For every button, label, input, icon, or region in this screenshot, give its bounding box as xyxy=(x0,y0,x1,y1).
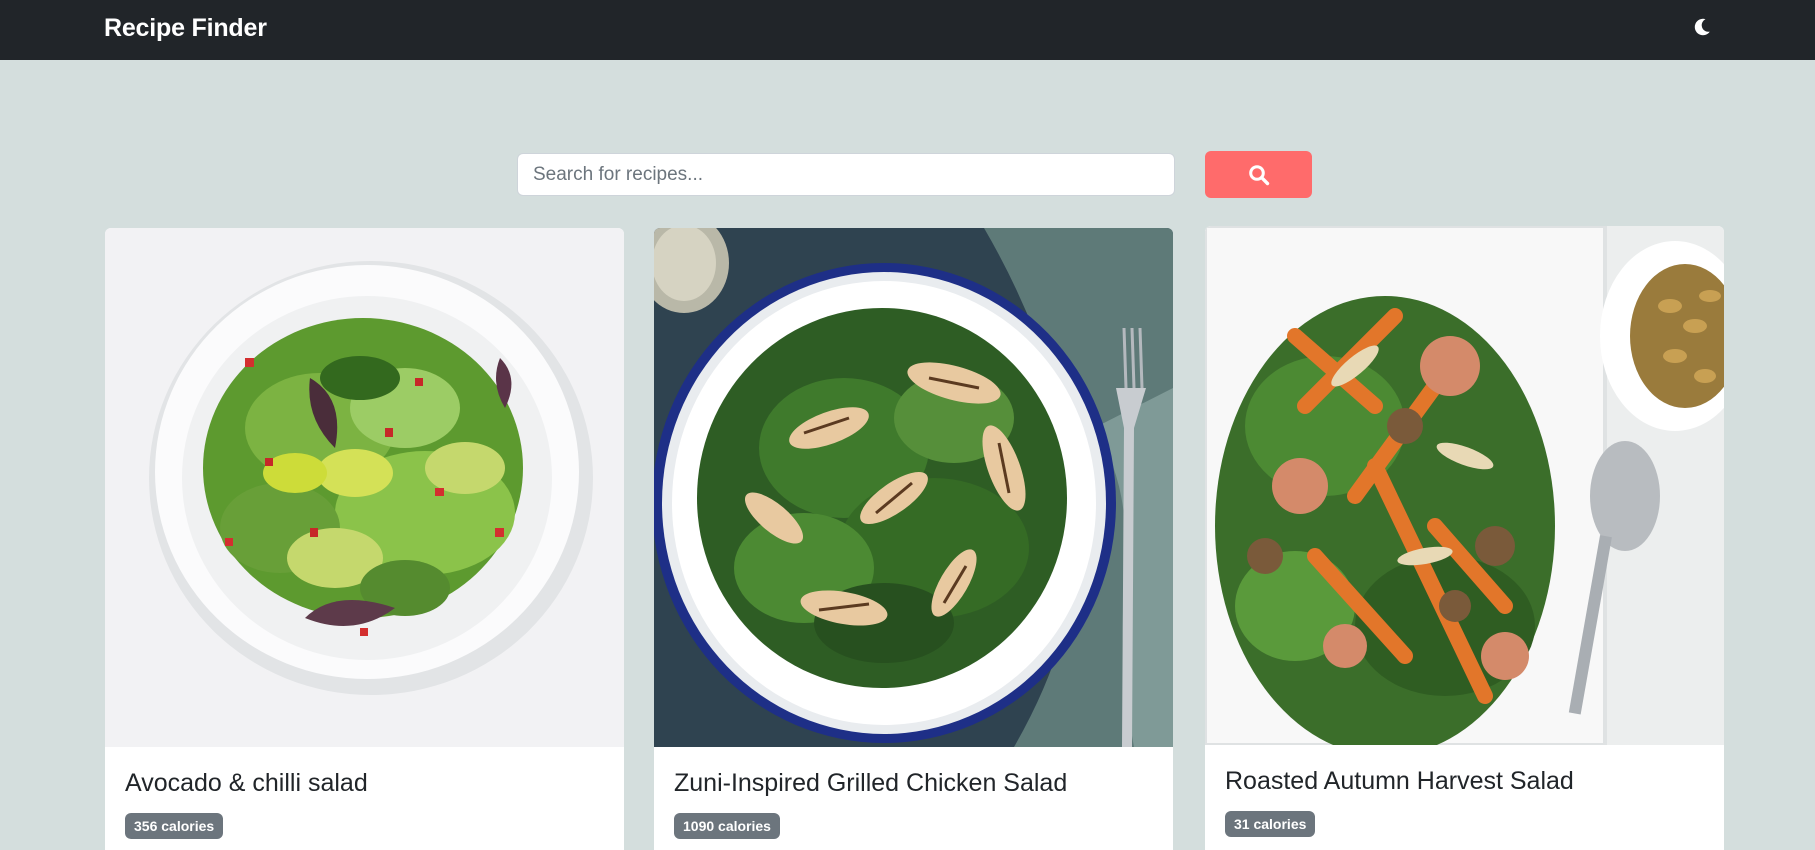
recipe-image[interactable] xyxy=(1205,226,1724,745)
brand-title[interactable]: Recipe Finder xyxy=(104,13,267,43)
calories-badge: 1090 calories xyxy=(674,813,780,839)
search-input[interactable] xyxy=(517,153,1175,196)
recipe-title[interactable]: Roasted Autumn Harvest Salad xyxy=(1225,766,1574,796)
recipe-card[interactable]: Roasted Autumn Harvest Salad 31 calories xyxy=(1205,226,1724,850)
recipe-card[interactable]: Zuni-Inspired Grilled Chicken Salad 1090… xyxy=(654,228,1173,850)
calories-badge: 356 calories xyxy=(125,813,224,839)
navbar: Recipe Finder xyxy=(0,0,1815,60)
recipe-card[interactable]: Avocado & chilli salad 356 calories xyxy=(105,228,624,850)
search-button[interactable] xyxy=(1205,151,1312,198)
theme-toggle-button[interactable] xyxy=(1688,13,1716,41)
recipe-image[interactable] xyxy=(105,228,624,747)
moon-icon xyxy=(1694,18,1710,36)
recipe-title[interactable]: Avocado & chilli salad xyxy=(125,768,368,798)
search-icon xyxy=(1248,164,1269,185)
calories-badge: 31 calories xyxy=(1225,811,1316,837)
recipe-title[interactable]: Zuni-Inspired Grilled Chicken Salad xyxy=(674,768,1067,798)
recipe-image[interactable] xyxy=(654,228,1173,747)
